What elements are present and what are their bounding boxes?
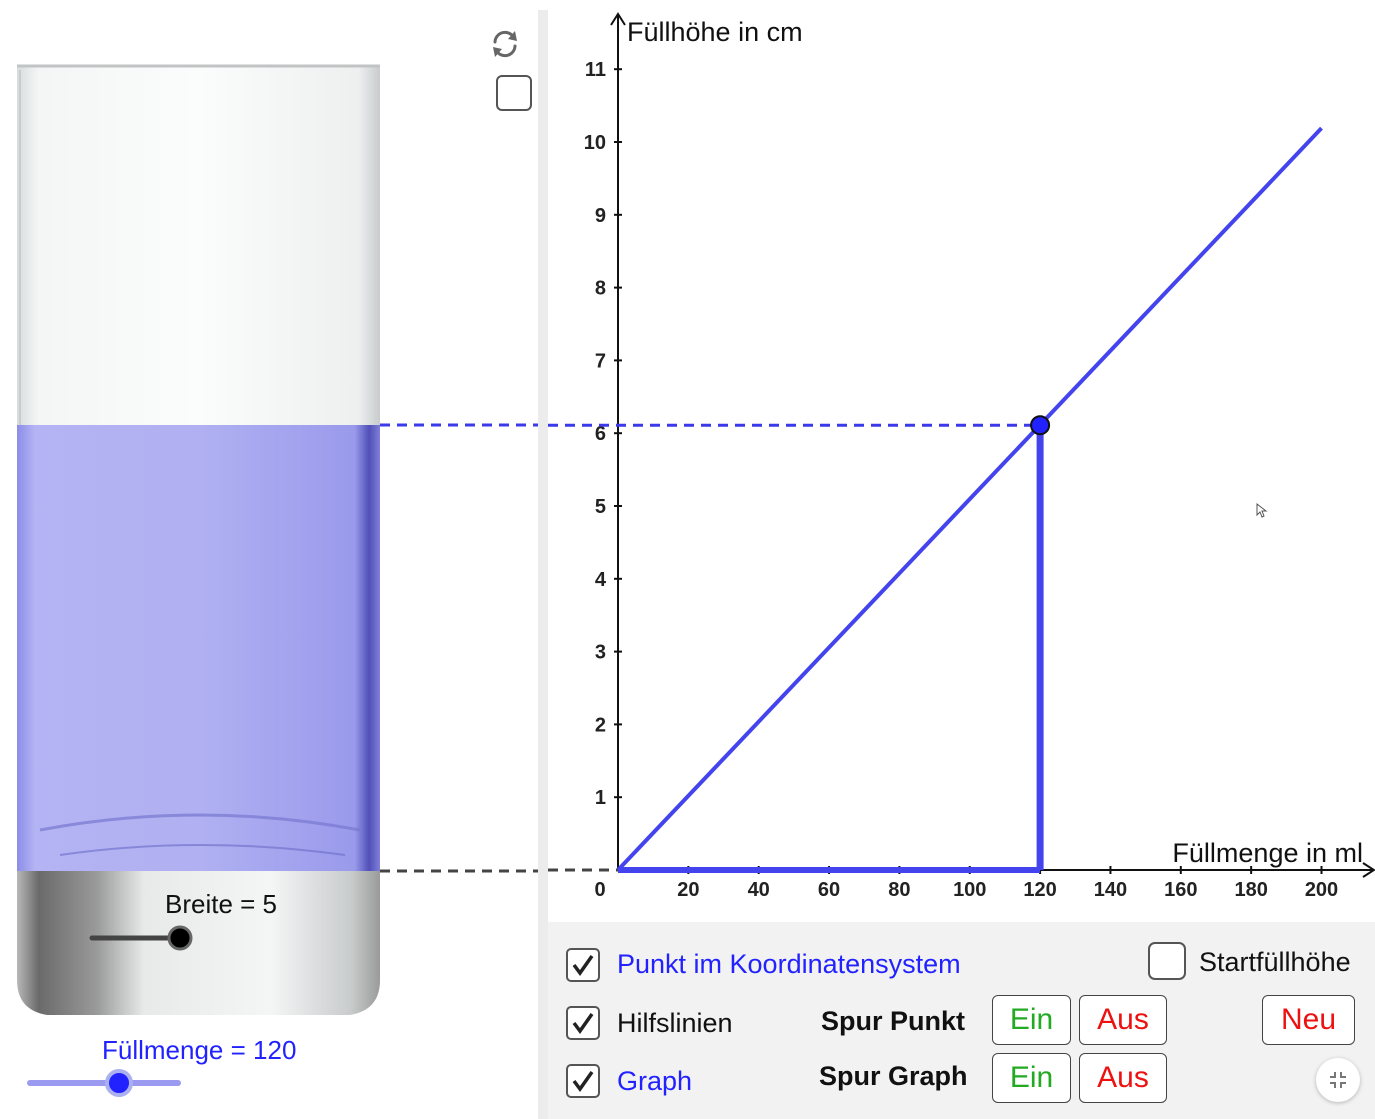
x-tick-label: 20 bbox=[677, 879, 699, 901]
y-tick-label: 9 bbox=[595, 205, 606, 227]
fuellmenge-slider[interactable] bbox=[27, 1069, 181, 1097]
x-tick-label: 200 bbox=[1305, 879, 1338, 901]
spur-graph-aus-button[interactable]: Aus bbox=[1079, 1053, 1167, 1103]
spur-punkt-label: Spur Punkt bbox=[821, 1006, 966, 1036]
helper-lines bbox=[548, 423, 1044, 873]
punkt-checkbox[interactable] bbox=[566, 948, 600, 982]
mouse-cursor-icon bbox=[1256, 502, 1268, 518]
water-fill bbox=[17, 425, 380, 871]
fuellmenge-slider-label: Füllmenge = 120 bbox=[102, 1035, 297, 1065]
breite-slider-label: Breite = 5 bbox=[165, 889, 278, 919]
startfuellhoehe-checkbox-label: Startfüllhöhe bbox=[1199, 947, 1351, 977]
spur-graph-label: Spur Graph bbox=[819, 1061, 968, 1091]
spur-punkt-aus-button[interactable]: Aus bbox=[1079, 995, 1167, 1045]
x-tick-label: 0 bbox=[594, 879, 605, 901]
y-axis-label: Füllhöhe in cm bbox=[627, 17, 803, 47]
glass-body bbox=[17, 66, 380, 426]
toggle-checkbox[interactable] bbox=[496, 75, 532, 111]
x-tick-label: 100 bbox=[953, 879, 986, 901]
glass-panel: Breite = 5 Füllmenge = 120 bbox=[0, 0, 540, 1119]
spur-punkt-ein-button[interactable]: Ein bbox=[992, 995, 1071, 1045]
graph-series bbox=[616, 126, 1323, 872]
glass-illustration bbox=[17, 64, 540, 1097]
collapse-icon bbox=[1330, 1072, 1346, 1088]
graph-checkbox[interactable] bbox=[566, 1064, 600, 1098]
y-tick-label: 4 bbox=[595, 569, 607, 591]
y-tick-label: 11 bbox=[585, 59, 606, 81]
graph-checkbox-label: Graph bbox=[617, 1066, 693, 1096]
fuellmenge-slider-handle[interactable] bbox=[105, 1069, 133, 1097]
graph-line bbox=[616, 126, 1323, 872]
spur-graph-ein-button[interactable]: Ein bbox=[992, 1053, 1071, 1103]
x-tick-label: 40 bbox=[748, 879, 770, 901]
x-tick-label: 80 bbox=[888, 879, 910, 901]
y-tick-label: 7 bbox=[595, 350, 606, 372]
control-panel: Punkt im Koordinatensystem Hilfslinien G… bbox=[548, 922, 1375, 1119]
x-tick-label: 120 bbox=[1023, 879, 1056, 901]
hilfslinien-checkbox-label: Hilfslinien bbox=[617, 1008, 733, 1038]
hilfslinien-checkbox[interactable] bbox=[566, 1006, 600, 1040]
reset-icon[interactable] bbox=[487, 26, 523, 62]
startfuellhoehe-checkbox[interactable] bbox=[1148, 942, 1186, 980]
x-tick-label: 160 bbox=[1164, 879, 1197, 901]
collapse-button[interactable] bbox=[1316, 1058, 1360, 1102]
graph-point[interactable] bbox=[1030, 415, 1051, 436]
y-tick-label: 8 bbox=[595, 278, 606, 300]
coordinate-system: 0 20 40 60 80 100 120 140 160 180 200 123456789101… bbox=[548, 12, 1375, 901]
breite-slider-handle[interactable] bbox=[167, 925, 193, 951]
axes bbox=[610, 12, 1375, 878]
x-axis-label: Füllmenge in ml bbox=[1172, 838, 1363, 868]
x-tick-label: 180 bbox=[1234, 879, 1267, 901]
panel-divider[interactable] bbox=[538, 10, 548, 1119]
y-tick-label: 10 bbox=[584, 132, 606, 154]
y-axis-ticks: 1234567891011 bbox=[584, 59, 622, 809]
y-tick-label: 3 bbox=[595, 642, 606, 664]
punkt-checkbox-label: Punkt im Koordinatensystem bbox=[617, 949, 961, 979]
neu-button[interactable]: Neu bbox=[1262, 995, 1355, 1045]
x-tick-label: 60 bbox=[818, 879, 840, 901]
x-tick-label: 140 bbox=[1094, 879, 1127, 901]
y-tick-label: 1 bbox=[595, 787, 606, 809]
y-tick-label: 2 bbox=[595, 714, 606, 736]
y-tick-label: 5 bbox=[595, 496, 606, 518]
